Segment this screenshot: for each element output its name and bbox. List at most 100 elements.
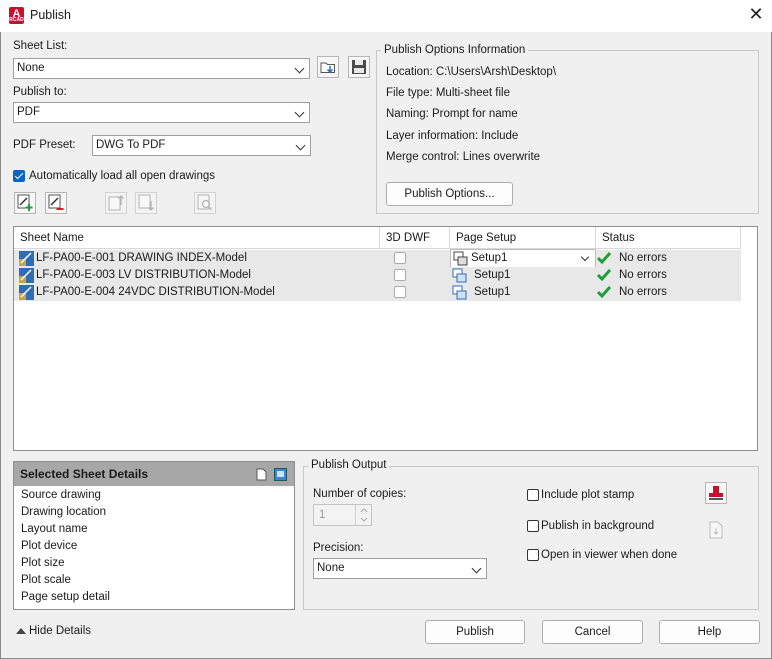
file-type-info: File type: Multi-sheet file [386,87,510,99]
precision-label: Precision: [313,542,364,554]
sheet-list-dropdown[interactable]: None [13,58,310,79]
column-header-page-setup[interactable]: Page Setup [450,227,596,249]
window-title: Publish [30,8,71,22]
selected-sheet-details-title: Selected Sheet Details [20,467,149,481]
details-document-icon [256,468,267,481]
title-bar [0,0,772,32]
remove-sheet-icon [48,194,64,210]
move-down-icon [138,194,154,211]
sheet-table[interactable]: Sheet Name 3D DWF Page Setup Status LF-P… [13,226,758,451]
page-setup-icon [452,268,467,283]
model-sheet-icon [19,268,34,283]
precision-dropdown[interactable]: None [313,558,487,579]
save-disk-icon [352,60,366,74]
table-row[interactable]: LF-PA00-E-001 DRAWING INDEX-Model Setup1… [14,249,741,268]
page-setup-value: Setup1 [471,252,508,264]
plot-stamp-settings-button[interactable] [705,482,727,504]
precision-value: None [317,562,345,574]
autocad-app-icon: A RCAD [9,7,24,24]
collapse-up-icon [16,628,26,634]
status-cell: No errors [619,252,667,264]
column-header-3d-dwf[interactable]: 3D DWF [380,227,450,249]
page-setup-cell[interactable]: Setup1 [474,267,510,284]
location-info: Location: C:\Users\Arsh\Desktop\ [386,66,557,78]
chevron-down-icon [294,107,305,118]
detail-layout-name: Layout name [21,523,88,535]
column-header-status[interactable]: Status [596,227,741,249]
document-arrow-icon [709,521,723,539]
hide-details-link[interactable]: Hide Details [29,625,91,637]
layer-info: Layer information: Include [386,130,519,142]
publish-options-info-title: Publish Options Information [381,44,529,56]
page-setup-icon [453,251,468,266]
copies-label: Number of copies: [313,488,407,500]
copies-value: 1 [319,509,326,521]
3d-dwf-checkbox[interactable] [394,286,406,298]
auto-load-checkbox[interactable] [13,170,25,182]
detail-plot-scale: Plot scale [21,574,71,586]
sheet-name-cell: LF-PA00-E-003 LV DISTRIBUTION-Model [36,269,251,281]
status-cell: No errors [619,269,667,281]
publish-in-background-checkbox[interactable] [527,520,539,532]
selected-sheet-details-panel: Selected Sheet Details Source drawing Dr… [13,461,295,610]
save-sheet-list-button[interactable] [348,56,370,78]
pdf-preset-value: DWG To PDF [96,139,166,151]
publish-to-value: PDF [17,106,40,118]
3d-dwf-checkbox[interactable] [394,269,406,281]
3d-dwf-checkbox[interactable] [394,252,406,264]
table-row[interactable]: LF-PA00-E-004 24VDC DISTRIBUTION-Model S… [14,284,741,301]
table-row[interactable]: LF-PA00-E-003 LV DISTRIBUTION-Model Setu… [14,267,741,284]
detail-drawing-location: Drawing location [21,506,107,518]
publish-output-title: Publish Output [308,459,390,471]
preview-magnifier-icon [197,194,213,211]
status-cell: No errors [619,286,667,298]
page-setup-cell[interactable]: Setup1 [474,284,510,301]
move-up-icon [108,195,124,211]
include-plot-stamp-label: Include plot stamp [541,489,635,501]
detail-source-drawing: Source drawing [21,489,101,501]
page-setup-dropdown[interactable]: Setup1 [450,249,596,268]
cancel-button[interactable]: Cancel [542,620,643,644]
detail-plot-device: Plot device [21,540,78,552]
chevron-down-icon [580,252,590,262]
pdf-preset-label: PDF Preset: [13,139,76,151]
preview-button[interactable] [194,192,216,214]
open-in-viewer-checkbox[interactable] [527,549,539,561]
publish-button[interactable]: Publish [425,620,525,644]
model-sheet-icon [19,251,34,266]
copies-spinner[interactable]: 1 [313,504,372,526]
close-icon[interactable]: ✕ [746,6,766,26]
chevron-down-icon [295,140,306,151]
add-sheet-icon [17,194,33,211]
publish-to-label: Publish to: [13,86,67,98]
spinner-arrows[interactable] [355,505,372,525]
load-sheet-list-button[interactable] [317,56,339,78]
background-publish-settings-button[interactable] [705,519,727,541]
sheet-name-cell: LF-PA00-E-004 24VDC DISTRIBUTION-Model [36,286,275,298]
pdf-preset-dropdown[interactable]: DWG To PDF [92,135,311,156]
include-plot-stamp-checkbox[interactable] [527,489,539,501]
check-status-icon [597,252,611,265]
chevron-down-icon [471,563,482,574]
merge-control-info: Merge control: Lines overwrite [386,151,541,163]
sheet-list-value: None [17,62,45,74]
column-header-sheet-name[interactable]: Sheet Name [14,227,380,249]
check-status-icon [597,269,611,282]
spinner-up-down-icon [360,508,368,522]
move-sheet-up-button[interactable] [105,192,127,214]
details-preview-icon [274,468,287,481]
add-sheets-button[interactable] [14,192,36,214]
detail-page-setup-detail: Page setup detail [21,591,110,603]
publish-to-dropdown[interactable]: PDF [13,102,310,123]
naming-info: Naming: Prompt for name [386,108,518,120]
move-sheet-down-button[interactable] [135,192,157,214]
chevron-down-icon [294,63,305,74]
folder-open-icon [320,62,335,74]
publish-options-button[interactable]: Publish Options... [386,182,513,206]
page-setup-icon [452,285,467,300]
help-button[interactable]: Help [659,620,760,644]
remove-sheets-button[interactable] [45,192,67,214]
publish-in-background-label: Publish in background [541,520,655,532]
model-sheet-icon [19,285,34,300]
sheet-list-label: Sheet List: [13,40,68,52]
